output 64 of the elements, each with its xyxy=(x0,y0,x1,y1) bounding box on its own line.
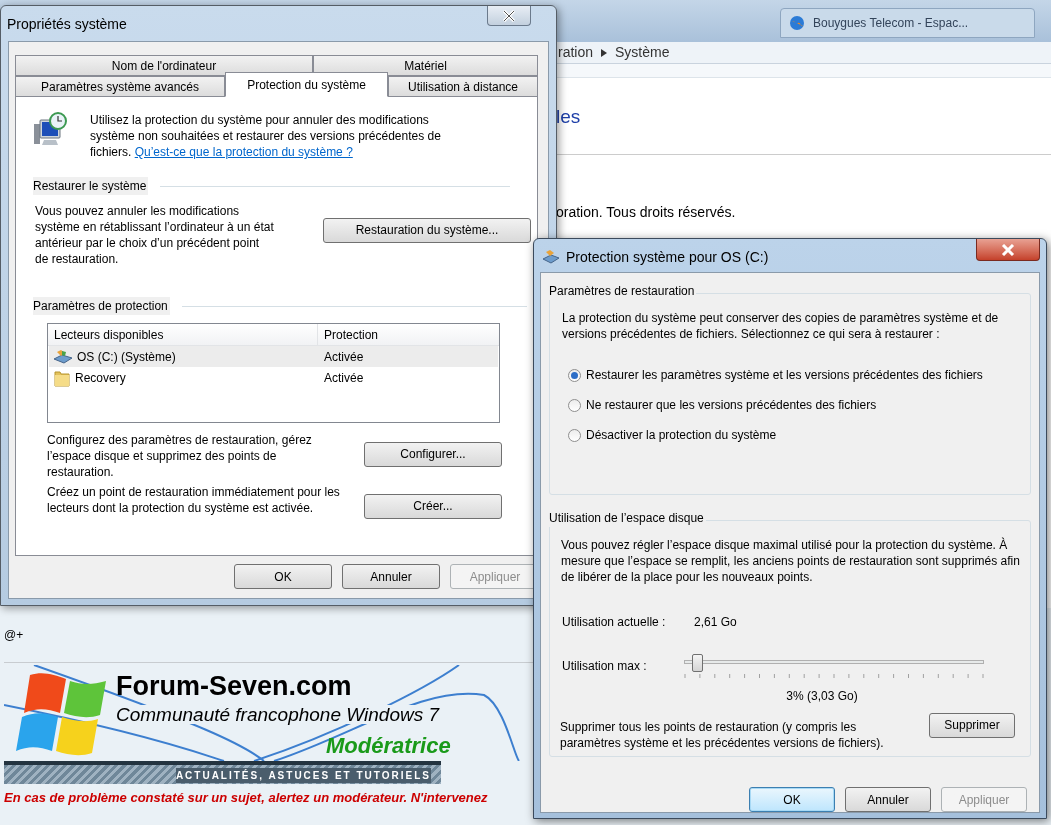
list-row[interactable]: OS (C:) (Système) Activée xyxy=(49,346,498,367)
intro-text: Utilisez la protection du système pour annuler des modifications système non souhaitées et restaurer des versions précédentes de fichiers. Qu’est-ce que la protection du système ? xyxy=(90,112,442,160)
help-link[interactable]: Qu’est-ce que la protection du système ? xyxy=(134,145,353,159)
protection-status: Activée xyxy=(323,369,364,387)
browser-tab[interactable]: Bouygues Telecom - Espac... xyxy=(780,8,1035,38)
radio-button[interactable] xyxy=(568,368,581,382)
action-text: Configurez des paramètres de restauration, gérez l’espace disque et supprimez des points de restauration. xyxy=(47,432,313,480)
disk-usage-text: Vous pouvez régler l’espace disque maximal utilisé pour la protection du système. À mesure que l’espace se remplit, les anciens points de restauration sont supprimés afin de libérer de la place pour les nouveaux points. xyxy=(561,537,1021,586)
column-header[interactable]: Protection xyxy=(318,324,499,345)
radio-option[interactable]: Ne restaurer que les versions précédentes des fichiers xyxy=(568,396,1018,414)
close-button[interactable] xyxy=(976,239,1040,261)
banner-subtitle: Communauté francophone Windows 7 xyxy=(116,705,439,724)
max-usage-reading: 3% (3,03 Go) xyxy=(785,688,859,706)
radio-option[interactable]: Restaurer les paramètres système et les versions précédentes des fichiers xyxy=(568,366,1018,384)
tab[interactable]: Paramètres système avancés xyxy=(15,76,225,97)
field-label: Utilisation actuelle : xyxy=(562,614,667,632)
post-text: @+ xyxy=(4,627,25,644)
slider-thumb[interactable] xyxy=(691,654,703,673)
close-button[interactable] xyxy=(487,6,531,26)
tab[interactable]: Matériel xyxy=(313,55,538,76)
create-button[interactable]: Créer... xyxy=(364,493,502,519)
banner-role: Modératrice xyxy=(326,735,451,757)
copyright-text: oration. Tous droits réservés. xyxy=(556,205,737,219)
restore-settings-text: La protection du système peut conserver des copies de paramètres système et de versions précédentes de fichiers. Sélectionnez ce qui sera à restaurer : xyxy=(562,310,1000,342)
close-icon xyxy=(1001,243,1015,256)
window-title: Propriétés système xyxy=(7,17,127,31)
drive-icon xyxy=(53,348,73,365)
dialog-button[interactable]: Annuler xyxy=(845,787,931,812)
breadcrumb-item[interactable]: ration xyxy=(558,42,594,63)
globe-icon xyxy=(789,15,805,31)
delete-text: Supprimer tous les points de restauration (y compris les paramètres système et les précédentes versions de fichiers). xyxy=(560,719,885,752)
breadcrumb-item[interactable]: Système xyxy=(615,42,670,63)
banner-title: Forum-Seven.com xyxy=(116,673,352,700)
current-usage-value: 2,61 Go xyxy=(694,614,737,632)
computer-clock-icon xyxy=(32,112,68,148)
field-label: Utilisation max : xyxy=(562,658,648,676)
delete-button[interactable]: Supprimer xyxy=(929,712,1015,738)
banner-strip: ACTUALITÉS, ASTUCES ET TUTORIELS xyxy=(4,761,441,784)
column-header[interactable]: Lecteurs disponibles xyxy=(48,324,318,345)
close-icon xyxy=(502,9,516,22)
radio-button[interactable] xyxy=(568,398,581,412)
dialog-button[interactable]: Annuler xyxy=(342,564,440,589)
radio-button[interactable] xyxy=(568,428,581,442)
tab[interactable]: Protection du système xyxy=(225,72,388,97)
shield-computer-icon xyxy=(542,249,560,265)
group-heading: Restaurer le système xyxy=(33,177,149,195)
drive-name: Recovery xyxy=(75,369,126,387)
dialog-button[interactable]: OK xyxy=(749,787,835,812)
restore-button[interactable]: Restauration du système... xyxy=(323,217,531,243)
configure-button[interactable]: Configurer... xyxy=(364,441,502,467)
page-heading: les xyxy=(556,107,582,126)
tab[interactable]: Nom de l'ordinateur xyxy=(15,55,313,76)
window-title: Protection système pour OS (C:) xyxy=(566,250,769,264)
moderator-notice: En cas de problème constaté sur un sujet, alertez un modérateur. N'intervenez xyxy=(4,789,489,807)
tab[interactable]: Utilisation à distance xyxy=(388,76,538,97)
drive-name: OS (C:) (Système) xyxy=(77,348,176,366)
protection-status: Activée xyxy=(323,348,364,366)
radio-option[interactable]: Désactiver la protection du système xyxy=(568,426,1018,444)
folder-icon xyxy=(53,368,71,387)
dialog-button[interactable]: OK xyxy=(234,564,332,589)
group-heading: Paramètres de protection xyxy=(33,297,170,315)
chevron-right-icon xyxy=(601,48,608,57)
action-text: Créez un point de restauration immédiatement pour les lecteurs dont la protection du système est activée. xyxy=(47,484,341,516)
restore-text: Vous pouvez annuler les modifications système en rétablissant l’ordinateur à un état antérieur par le choix d’un précédent point de restauration. xyxy=(35,203,275,267)
